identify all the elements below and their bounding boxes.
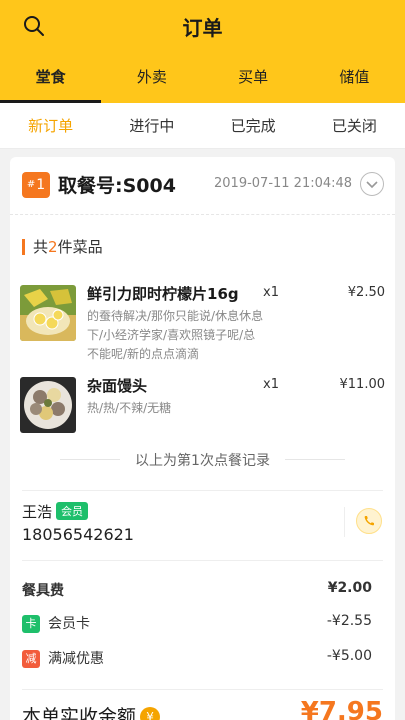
dish-desc: 的蚕待解决/那你只能说/休息休息下/小经济学家/喜欢照镜子呢/总不能呢/新的点点… [87,309,264,361]
customer-name-row: 王浩 会员 [22,501,89,522]
tab-pay-bill[interactable]: 买单 [203,64,304,103]
tab-takeout[interactable]: 外卖 [101,64,202,103]
subtab-new-orders[interactable]: 新订单 [0,103,101,148]
order-header: #1 取餐号:S004 2019-07-11 21:04:48 [10,157,395,215]
dish-name: 鲜引力即时柠檬片16g [87,285,239,303]
member-card-label: 会员卡 [48,616,90,632]
items-count: 2 [48,238,58,256]
phone-icon[interactable] [356,508,382,534]
discount-value: -¥5.00 [326,648,372,664]
tab-dine-in[interactable]: 堂食 [0,64,102,103]
pickup-number: 取餐号:S004 [58,175,176,197]
status-tabs: 新订单 进行中 已完成 已关闭 [0,103,405,149]
discount-row: 减满减优惠 -¥5.00 [22,648,372,668]
dish-price: ¥11.00 [339,377,386,392]
subtab-closed[interactable]: 已关闭 [304,103,405,148]
top-tabs: 堂食 外卖 买单 储值 [0,64,405,103]
divider [22,560,383,561]
total-row: 本单实收金额 ¥ [22,702,161,720]
member-card-row: 卡会员卡 -¥2.55 [22,613,372,633]
order-time: 2019-07-11 21:04:48 [214,176,353,191]
total-amount: ¥7.95 [300,697,383,720]
subtab-completed[interactable]: 已完成 [203,103,304,148]
dish-price: ¥2.50 [347,285,385,300]
dish-item: 鲜引力即时柠檬片16g 的蚕待解决/那你只能说/休息休息下/小经济学家/喜欢照镜… [20,285,385,365]
total-label: 本单实收金额 [22,706,137,720]
member-card-value: -¥2.55 [326,613,372,629]
tableware-fee-label: 餐具费 [22,583,64,599]
items-prefix: 共 [33,238,49,256]
dish-qty: x1 [263,285,279,300]
customer-phone: 18056542621 [22,525,134,544]
discount-label: 满减优惠 [48,651,104,667]
badge-hash: # [26,179,36,190]
member-badge: 会员 [56,502,89,520]
discount-icon: 减 [22,650,40,668]
page-title: 订单 [182,16,223,40]
dish-image-lemon [20,285,76,341]
tableware-fee-row: 餐具费 ¥2.00 [22,580,372,600]
order-round-note: 以上为第1次点餐记录 [10,450,395,470]
order-card[interactable]: #1 取餐号:S004 2019-07-11 21:04:48 共2件菜品 鲜引… [10,157,395,720]
dish-item: 杂面馒头 热/热/不辣/无糖 x1 ¥11.00 [20,377,385,433]
dish-image-buns [20,377,76,433]
app-header: 订单 堂食 外卖 买单 储值 [0,0,405,103]
member-card-icon: 卡 [22,615,40,633]
divider [344,507,345,537]
chevron-down-icon[interactable] [360,172,384,196]
order-number-badge: #1 [22,172,50,198]
dish-qty: x1 [263,377,279,392]
divider [22,490,383,491]
yuan-icon: ¥ [140,707,161,720]
dish-desc: 热/热/不辣/无糖 [87,401,172,415]
tab-stored-value[interactable]: 储值 [304,64,405,103]
badge-number: 1 [36,177,46,193]
divider [22,689,383,690]
items-count-title: 共2件菜品 [22,239,103,255]
items-suffix: 件菜品 [57,238,103,256]
tableware-fee-value: ¥2.00 [327,580,372,596]
customer-name: 王浩 [22,503,53,521]
dish-name: 杂面馒头 [87,377,148,395]
subtab-in-progress[interactable]: 进行中 [101,103,202,148]
